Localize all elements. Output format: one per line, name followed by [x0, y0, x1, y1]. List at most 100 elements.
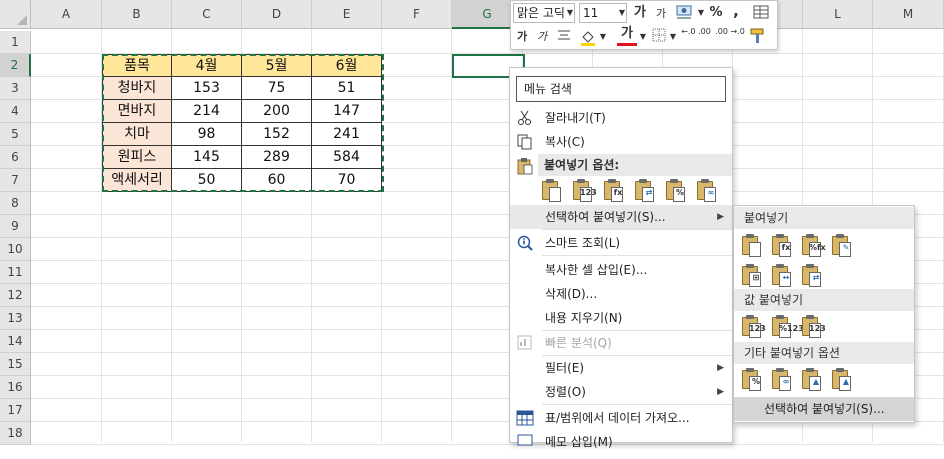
chevron-down-icon[interactable]: ▼ — [639, 27, 647, 47]
paste-link-icon[interactable]: ∞ — [695, 178, 719, 204]
paste-values-source-icon[interactable]: 123 — [800, 314, 826, 340]
table-cell[interactable]: 60 — [242, 169, 312, 192]
paste-no-borders-icon[interactable]: ⊞ — [740, 263, 764, 289]
comma-button[interactable]: , — [729, 1, 743, 21]
menu-search-input[interactable]: 메뉴 검색 — [516, 76, 726, 102]
menu-item-insert-comment[interactable]: 메모 삽입(M) — [510, 430, 732, 454]
chevron-down-icon[interactable]: ▼ — [669, 27, 677, 47]
paste-values-row: 123 %123 123 — [740, 314, 910, 342]
table-cell[interactable]: 원피스 — [102, 146, 172, 169]
increase-decimal-button[interactable]: ←.0 .00 — [681, 27, 711, 36]
menu-item-label: 복사한 셀 삽입(E)... — [545, 263, 648, 277]
table-cell[interactable]: 214 — [172, 100, 242, 123]
menu-item-smart-lookup[interactable]: 스마트 조회(L) — [510, 231, 732, 255]
paste-formulas-icon[interactable]: fx — [770, 233, 794, 259]
menu-item-quick-analysis: 빠른 분석(Q) — [510, 331, 732, 355]
percent-button[interactable]: % — [707, 3, 725, 23]
paste-glyph: ⇄ — [645, 188, 653, 197]
table-header-cell[interactable]: 품목 — [102, 54, 172, 77]
table-cell[interactable]: 98 — [172, 123, 242, 146]
table-cell[interactable]: 청바지 — [102, 77, 172, 100]
menu-item-copy[interactable]: 복사(C) — [510, 130, 732, 154]
menu-item-label: 필터(E) — [545, 361, 585, 375]
paste-icons-row-1: fx %fx ✎ — [740, 233, 910, 261]
menu-item-insert-copied[interactable]: 복사한 셀 삽입(E)... — [510, 258, 732, 282]
table-cell[interactable]: 면바지 — [102, 100, 172, 123]
table-cell[interactable]: 152 — [242, 123, 312, 146]
clipboard-clip — [776, 264, 784, 268]
chevron-down-icon[interactable]: ▼ — [697, 3, 705, 23]
table-cell[interactable]: 153 — [172, 77, 242, 100]
menu-item-label: 복사(C) — [545, 135, 585, 149]
fill-color-icon[interactable] — [577, 27, 599, 53]
clipboard-clip — [806, 234, 814, 238]
table-cell[interactable]: 200 — [242, 100, 312, 123]
paste-formulas-number-icon[interactable]: %fx — [800, 233, 826, 259]
table-cell[interactable]: 51 — [312, 77, 382, 100]
paste-values-icon[interactable]: 123 — [571, 178, 597, 204]
menu-item-filter[interactable]: 필터(E) ▶ — [510, 356, 732, 380]
chevron-down-icon[interactable]: ▼ — [617, 3, 627, 23]
paste-link-icon[interactable]: ∞ — [770, 367, 794, 393]
chevron-down-icon[interactable]: ▼ — [565, 3, 575, 23]
submenu-header-label: 값 붙여넣기 — [744, 293, 804, 307]
table-cell[interactable]: 50 — [172, 169, 242, 192]
menu-item-label: 선택하여 붙여넣기(S)... — [764, 402, 885, 416]
paste-keep-widths-icon[interactable]: ↔ — [770, 263, 794, 289]
paste-transpose-icon[interactable]: ⇄ — [633, 178, 657, 204]
format-painter-icon[interactable] — [747, 27, 767, 51]
bold-button[interactable]: 가 — [513, 27, 531, 47]
submenu-item-paste-special[interactable]: 선택하여 붙여넣기(S)... — [734, 397, 914, 421]
chevron-right-icon: ▶ — [717, 387, 724, 397]
font-color-button[interactable]: 가 — [617, 25, 637, 46]
table-header-cell[interactable]: 4월 — [172, 54, 242, 77]
paste-picture-icon[interactable]: ▲ — [800, 367, 824, 393]
table-cell[interactable]: 액세서리 — [102, 169, 172, 192]
table-cell[interactable]: 584 — [312, 146, 382, 169]
align-center-icon[interactable] — [555, 27, 573, 49]
menu-separator — [542, 229, 732, 230]
format-painter-table-icon[interactable] — [751, 3, 771, 27]
table-icon — [516, 409, 534, 427]
table-header-cell[interactable]: 5월 — [242, 54, 312, 77]
paste-values-number-icon[interactable]: %123 — [770, 314, 804, 340]
clipboard-clip — [746, 315, 754, 319]
menu-item-get-data[interactable]: 표/범위에서 데이터 가져오... — [510, 406, 732, 430]
submenu-paste-header: 붙여넣기 — [734, 207, 914, 229]
paste-glyph: 123 — [809, 324, 826, 333]
paste-options-header: 붙여넣기 옵션: — [538, 154, 732, 176]
chevron-down-icon[interactable]: ▼ — [599, 27, 607, 47]
menu-item-label: 삭제(D)... — [545, 287, 598, 301]
table-cell[interactable]: 145 — [172, 146, 242, 169]
paste-transpose-icon[interactable]: ⇄ — [800, 263, 824, 289]
table-cell[interactable]: 치마 — [102, 123, 172, 146]
borders-icon[interactable] — [649, 27, 669, 49]
paste-glyph: 123 — [749, 324, 766, 333]
table-cell[interactable]: 147 — [312, 100, 382, 123]
paste-glyph: ▲ — [842, 377, 850, 386]
menu-item-clear-contents[interactable]: 내용 지우기(N) — [510, 306, 732, 330]
decrease-decimal-button[interactable]: .00 →.0 — [715, 27, 745, 36]
paste-keep-source-icon[interactable]: ✎ — [830, 233, 854, 259]
paste-formatting-icon[interactable]: % — [664, 178, 688, 204]
paste-icon[interactable] — [540, 178, 564, 204]
table-header-cell[interactable]: 6월 — [312, 54, 382, 77]
italic-button[interactable]: 가 — [533, 27, 551, 47]
shrink-font-button[interactable]: 가 — [653, 4, 669, 24]
paste-formatting-icon[interactable]: % — [740, 367, 764, 393]
menu-item-label: 메모 삽입(M) — [545, 435, 613, 449]
accounting-format-icon[interactable] — [673, 3, 695, 27]
grow-font-button[interactable]: 가 — [631, 3, 649, 23]
paste-linked-picture-icon[interactable]: ▲ — [830, 367, 854, 393]
menu-item-cut[interactable]: 잘라내기(T) — [510, 106, 732, 130]
table-cell[interactable]: 70 — [312, 169, 382, 192]
paste-formulas-icon[interactable]: fx — [602, 178, 626, 204]
table-cell[interactable]: 289 — [242, 146, 312, 169]
paste-icon[interactable] — [740, 233, 764, 259]
menu-item-sort[interactable]: 정렬(O) ▶ — [510, 380, 732, 404]
paste-values-icon[interactable]: 123 — [740, 314, 766, 340]
table-cell[interactable]: 241 — [312, 123, 382, 146]
table-cell[interactable]: 75 — [242, 77, 312, 100]
menu-item-delete[interactable]: 삭제(D)... — [510, 282, 732, 306]
menu-item-paste-special[interactable]: 선택하여 붙여넣기(S)... ▶ — [510, 205, 732, 229]
